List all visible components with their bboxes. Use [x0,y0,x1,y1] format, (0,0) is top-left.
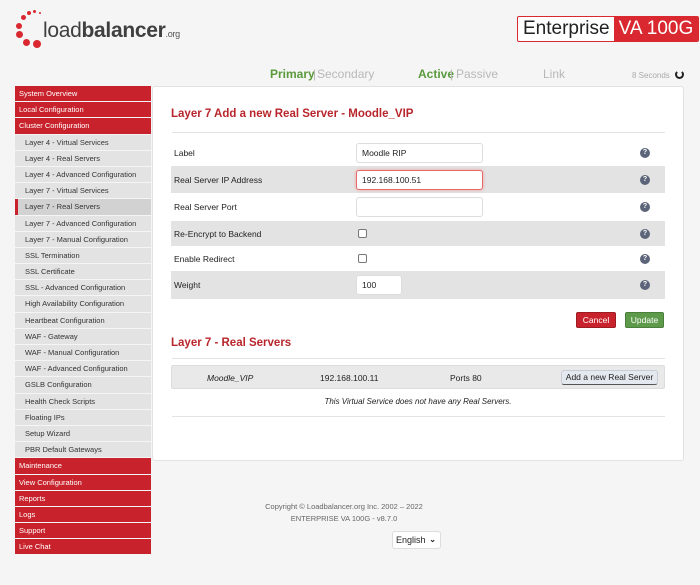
copyright-text: Copyright © Loadbalancer.org Inc. 2002 –… [265,502,423,511]
language-value: English [396,535,426,545]
weight-input[interactable] [356,275,402,295]
language-select[interactable]: English ⌄ [392,531,441,549]
sidebar-item-maintenance[interactable]: Maintenance [15,458,151,474]
edition-prefix: Enterprise [523,18,610,39]
sidebar-item-layer-4-real-servers[interactable]: Layer 4 - Real Servers [15,150,151,166]
refresh-icon[interactable] [675,70,684,79]
help-icon[interactable]: ? [640,228,650,239]
logo-dot [33,40,41,48]
status-active: Active [418,67,455,81]
help-icon[interactable]: ? [640,148,650,158]
sidebar-item-waf-advanced-configuration[interactable]: WAF - Advanced Configuration [15,361,151,377]
edition-model: VA 100G [613,17,699,41]
chevron-down-icon: ⌄ [429,535,436,544]
ip-address-input[interactable] [356,169,483,190]
sidebar-item-reports[interactable]: Reports [15,490,151,506]
sidebar-item-logs[interactable]: Logs [15,506,151,523]
cancel-button[interactable]: Cancel [576,312,616,328]
label-field-label: Label [174,148,195,158]
label-input[interactable] [356,143,483,163]
footer: Copyright © Loadbalancer.org Inc. 2002 –… [152,501,536,525]
field-row-weight: Weight ? [171,271,665,299]
version-text: ENTERPRISE VA 100G - v8.7.0 [290,514,398,523]
sidebar-item-layer-7-advanced-configuration[interactable]: Layer 7 - Advanced Configuration [15,215,151,231]
field-row-ip: Real Server IP Address ? [171,166,665,193]
port-field-label: Real Server Port [174,201,237,212]
sidebar-item-local-configuration[interactable]: Local Configuration [15,102,151,118]
sidebar-item-support[interactable]: Support [15,523,151,539]
sidebar-item-pbr-default-gateways[interactable]: PBR Default Gateways [15,442,151,458]
sidebar-item-waf-gateway[interactable]: WAF - Gateway [15,328,151,344]
virtual-service-row: Moodle_VIP 192.168.100.11 Ports 80 Add a… [171,365,665,389]
field-row-port: Real Server Port ? [171,193,665,220]
status-passive: Passive [456,67,499,81]
sidebar-item-heartbeat-configuration[interactable]: Heartbeat Configuration [15,312,151,328]
sidebar-item-live-chat[interactable]: Live Chat [15,539,151,555]
sidebar-item-ssl-termination[interactable]: SSL Termination [15,247,151,264]
sidebar-item-gslb-configuration[interactable]: GSLB Configuration [15,377,151,393]
reencrypt-field-label: Re-Encrypt to Backend [174,228,262,239]
sidebar-item-waf-manual-configuration[interactable]: WAF - Manual Configuration [15,345,151,361]
loadbalancer-logo[interactable]: loadbalancer.org [14,9,180,49]
logo-dot [39,12,41,14]
field-row-reencrypt: Re-Encrypt to Backend ? [171,221,665,246]
sidebar-item-layer-4-advanced-configuration[interactable]: Layer 4 - Advanced Configuration [15,166,151,183]
divider [172,132,665,133]
field-row-redirect: Enable Redirect ? [171,246,665,271]
status-secondary: Secondary [317,67,375,81]
sidebar-item-view-configuration[interactable]: View Configuration [15,474,151,490]
sidebar-item-ssl-certificate[interactable]: SSL Certificate [15,264,151,280]
help-icon[interactable]: ? [640,174,650,185]
sidebar-item-system-overview[interactable]: System Overview [15,86,151,102]
main-panel: Layer 7 Add a new Real Server - Moodle_V… [152,86,684,461]
help-icon[interactable]: ? [640,253,650,264]
vip-ip: 192.168.100.11 [320,373,379,383]
logo-dot [23,39,30,46]
sidebar-item-ssl-advanced-configuration[interactable]: SSL - Advanced Configuration [15,280,151,296]
form-title: Layer 7 Add a new Real Server - Moodle_V… [171,108,414,120]
redirect-field-label: Enable Redirect [174,253,235,264]
reencrypt-checkbox[interactable] [358,229,367,238]
sidebar-nav: System Overview Local Configuration Cluste… [15,86,151,555]
sidebar-item-layer-7-manual-configuration[interactable]: Layer 7 - Manual Configuration [15,231,151,247]
redirect-checkbox[interactable] [358,254,367,263]
port-input[interactable] [356,196,483,217]
field-row-label: Label ? [171,140,665,166]
sidebar-item-layer-4-virtual-services[interactable]: Layer 4 - Virtual Services [15,134,151,150]
sidebar-item-health-check-scripts[interactable]: Health Check Scripts [15,393,151,409]
sidebar-item-layer-7-virtual-services[interactable]: Layer 7 - Virtual Services [15,183,151,199]
sidebar-item-high-availability-configuration[interactable]: High Availability Configuration [15,296,151,312]
cluster-status-bar: Primary | Secondary Active | Passive Lin… [0,67,700,81]
weight-field-label: Weight [174,280,201,290]
refresh-interval: 8 Seconds [632,71,670,80]
logo-dot [16,31,23,38]
logo-dot [21,15,26,20]
sidebar-item-floating-ips[interactable]: Floating IPs [15,409,151,425]
help-icon[interactable]: ? [640,201,650,212]
status-link: Link [543,67,566,81]
vip-ports: Ports 80 [450,373,482,383]
logo-wordmark: loadbalancer.org [43,19,180,42]
update-button[interactable]: Update [625,312,664,328]
status-separator: | [313,67,317,81]
sidebar-item-layer-7-real-servers[interactable]: Layer 7 - Real Servers [15,199,151,215]
ip-field-label: Real Server IP Address [174,174,263,185]
edition-badge: Enterprise VA 100G [517,16,700,42]
divider [172,358,665,359]
vip-name: Moodle_VIP [207,373,254,383]
status-separator: | [450,67,454,81]
status-primary: Primary [270,67,315,81]
logo-dot [16,23,22,29]
sidebar-item-setup-wizard[interactable]: Setup Wizard [15,425,151,442]
logo-dot [33,10,36,13]
no-real-servers-message: This Virtual Service does not have any R… [324,397,512,406]
logo-dot [27,11,31,15]
add-real-server-button[interactable]: Add a new Real Server [561,370,658,385]
help-icon[interactable]: ? [640,280,650,290]
sidebar-item-cluster-configuration[interactable]: Cluster Configuration [15,118,151,134]
real-servers-title: Layer 7 - Real Servers [171,337,292,349]
divider [172,416,665,417]
